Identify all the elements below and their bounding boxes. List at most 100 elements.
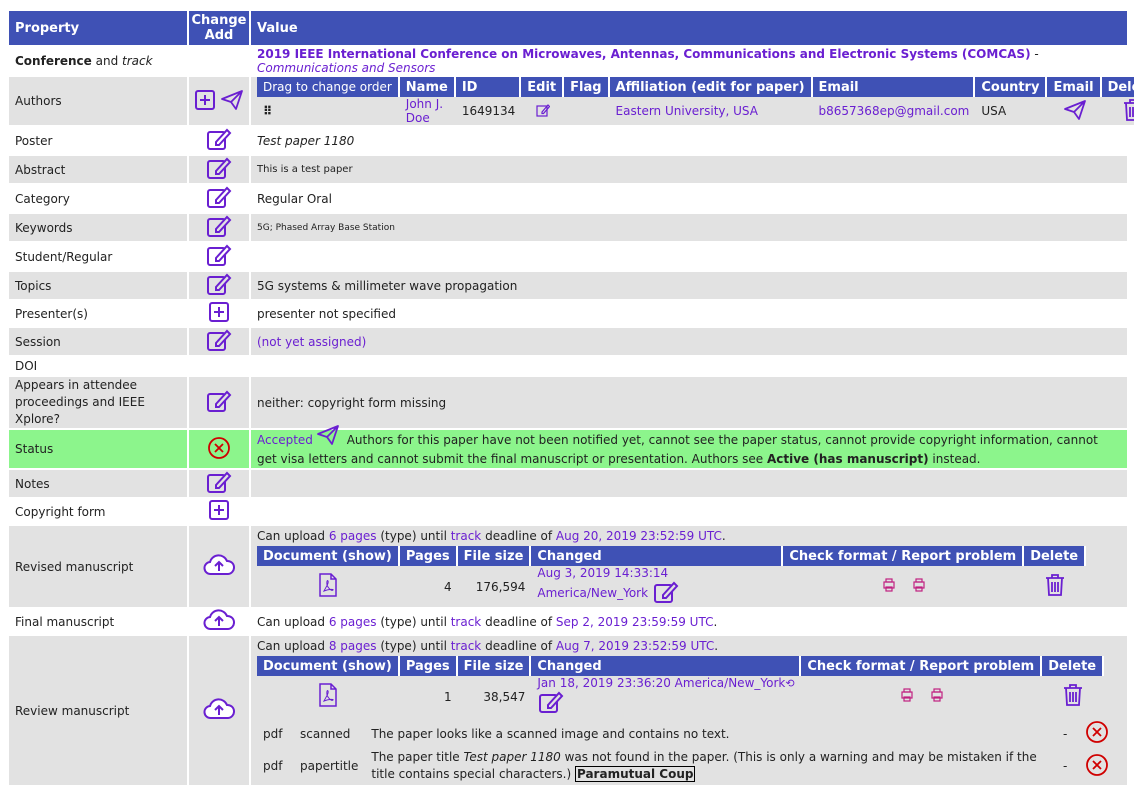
notify-icon[interactable] <box>315 424 341 451</box>
dismiss-warning-icon[interactable] <box>1085 753 1109 780</box>
final-upload-info: Can upload 6 pages (type) until track de… <box>251 609 1127 634</box>
drag-handle-icon[interactable]: ⠿ <box>263 104 272 118</box>
authors-table-header: Drag to change order Name ID Edit Flag A… <box>257 77 1134 97</box>
edit-author-icon[interactable] <box>536 103 551 120</box>
edit-session-icon[interactable] <box>205 328 233 355</box>
copyright-label: Copyright form <box>9 499 189 524</box>
revised-row: Revised manuscript Can upload 6 pages (t… <box>9 526 1127 607</box>
doi-label: DOI <box>9 357 189 375</box>
edit-notes-icon[interactable] <box>205 470 233 497</box>
author-id: 1649134 <box>455 97 522 125</box>
paper-property-table: Property Change Add Value Conference and … <box>9 9 1134 787</box>
student-value <box>251 243 1127 270</box>
keywords-value: 5G; Phased Array Base Station <box>251 214 1127 241</box>
add-copyright-icon[interactable] <box>208 499 230 524</box>
topics-value: 5G systems & millimeter wave propagation <box>251 272 1127 299</box>
conference-value: 2019 IEEE International Conference on Mi… <box>251 47 1127 75</box>
report-problem-icon[interactable] <box>930 688 944 705</box>
edit-review-doc-icon[interactable] <box>537 690 565 717</box>
warning-row: pdf scanned The paper looks like a scann… <box>257 720 1119 747</box>
found-title-text: Paramutual Coup <box>574 766 696 782</box>
author-email[interactable]: b8657368ep@gmail.com <box>819 104 970 118</box>
authors-row: Authors Drag to change order Name ID Edi… <box>9 77 1134 125</box>
delete-review-doc-icon[interactable] <box>1062 683 1084 710</box>
edit-topics-icon[interactable] <box>205 272 233 299</box>
revised-deadline-link[interactable]: Aug 20, 2019 23:52:59 UTC <box>556 529 722 543</box>
author-country: USA <box>975 97 1048 125</box>
review-label: Review manuscript <box>9 636 189 785</box>
author-affiliation[interactable]: Eastern University, USA <box>616 104 758 118</box>
revised-doc-changed[interactable]: Aug 3, 2019 14:33:14 America/New_York <box>537 566 668 600</box>
check-format-icon[interactable] <box>882 578 896 595</box>
poster-label: Poster <box>9 127 189 154</box>
author-name[interactable]: John J. Doe <box>406 97 443 125</box>
category-value: Regular Oral <box>251 185 1127 212</box>
category-label: Category <box>9 185 189 212</box>
session-label: Session <box>9 328 189 355</box>
final-pages-link[interactable]: 6 pages <box>329 615 377 629</box>
revised-doc-pages: 4 <box>399 566 458 607</box>
topics-label: Topics <box>9 272 189 299</box>
edit-keywords-icon[interactable] <box>205 214 233 241</box>
authors-label: Authors <box>9 77 189 125</box>
history-icon[interactable]: ⟲ <box>785 677 794 690</box>
track-link[interactable]: Communications and Sensors <box>257 61 435 75</box>
author-row: ⠿ John J. Doe 1649134 Eastern University… <box>257 97 1134 125</box>
review-track-link[interactable]: track <box>451 639 482 653</box>
appears-row: Appears in attendee proceedings and IEEE… <box>9 377 1127 428</box>
topics-row: Topics 5G systems & millimeter wave prop… <box>9 272 1127 299</box>
appears-label: Appears in attendee proceedings and IEEE… <box>9 377 189 428</box>
student-row: Student/Regular <box>9 243 1127 270</box>
check-format-icon[interactable] <box>900 688 914 705</box>
edit-poster-icon[interactable] <box>205 127 233 154</box>
abstract-value: This is a test paper <box>251 156 1127 183</box>
add-presenter-icon[interactable] <box>208 301 230 326</box>
report-problem-icon[interactable] <box>912 578 926 595</box>
paper-details: Property Change Add Value Conference and … <box>9 9 1134 787</box>
keywords-label: Keywords <box>9 214 189 241</box>
header-change-add: Change Add <box>189 11 251 45</box>
upload-revised-icon[interactable] <box>203 554 235 579</box>
edit-category-icon[interactable] <box>205 185 233 212</box>
edit-student-icon[interactable] <box>205 243 233 270</box>
header-property: Property <box>9 11 189 45</box>
revised-pages-link[interactable]: 6 pages <box>329 529 377 543</box>
session-link[interactable]: (not yet assigned) <box>257 335 366 349</box>
dismiss-warning-icon[interactable] <box>1085 720 1109 747</box>
status-label: Status <box>9 430 189 468</box>
email-author-icon[interactable] <box>1062 99 1088 124</box>
authors-table: Drag to change order Name ID Edit Flag A… <box>257 77 1134 125</box>
review-doc-changed[interactable]: Jan 18, 2019 23:36:20 America/New_York <box>537 676 785 690</box>
review-doc-pages: 1 <box>399 676 458 717</box>
status-row: Status Accepted Authors for this paper h… <box>9 425 1127 468</box>
final-label: Final manuscript <box>9 609 189 634</box>
revised-doc-size: 176,594 <box>457 566 532 607</box>
appears-value: neither: copyright form missing <box>251 377 1127 428</box>
status-link[interactable]: Accepted <box>257 433 313 447</box>
conference-link[interactable]: 2019 IEEE International Conference on Mi… <box>257 47 1031 61</box>
pdf-icon[interactable] <box>318 683 338 710</box>
conference-label: Conference and track <box>9 47 189 75</box>
review-warnings-table: pdf scanned The paper looks like a scann… <box>257 719 1119 785</box>
edit-abstract-icon[interactable] <box>205 156 233 183</box>
conference-row: Conference and track 2019 IEEE Internati… <box>9 47 1127 75</box>
review-deadline-link[interactable]: Aug 7, 2019 23:52:59 UTC <box>556 639 714 653</box>
review-pages-link[interactable]: 8 pages <box>329 639 377 653</box>
upload-final-icon[interactable] <box>203 609 235 634</box>
pdf-icon[interactable] <box>318 573 338 600</box>
abstract-row: Abstract This is a test paper <box>9 156 1127 183</box>
withdraw-icon[interactable] <box>207 436 231 463</box>
delete-revised-doc-icon[interactable] <box>1044 573 1066 600</box>
revised-track-link[interactable]: track <box>451 529 482 543</box>
review-doc-size: 38,547 <box>457 676 532 717</box>
edit-appears-icon[interactable] <box>205 389 233 416</box>
upload-review-icon[interactable] <box>203 698 235 723</box>
add-author-icon[interactable] <box>194 89 216 114</box>
doi-row: DOI <box>9 357 1127 375</box>
delete-author-icon[interactable] <box>1122 98 1134 125</box>
final-deadline-link[interactable]: Sep 2, 2019 23:59:59 UTC <box>556 615 714 629</box>
final-track-link[interactable]: track <box>451 615 482 629</box>
send-email-icon[interactable] <box>220 89 244 114</box>
edit-revised-doc-icon[interactable] <box>652 580 680 607</box>
revised-upload-info: Can upload 6 pages (type) until track de… <box>257 529 726 543</box>
